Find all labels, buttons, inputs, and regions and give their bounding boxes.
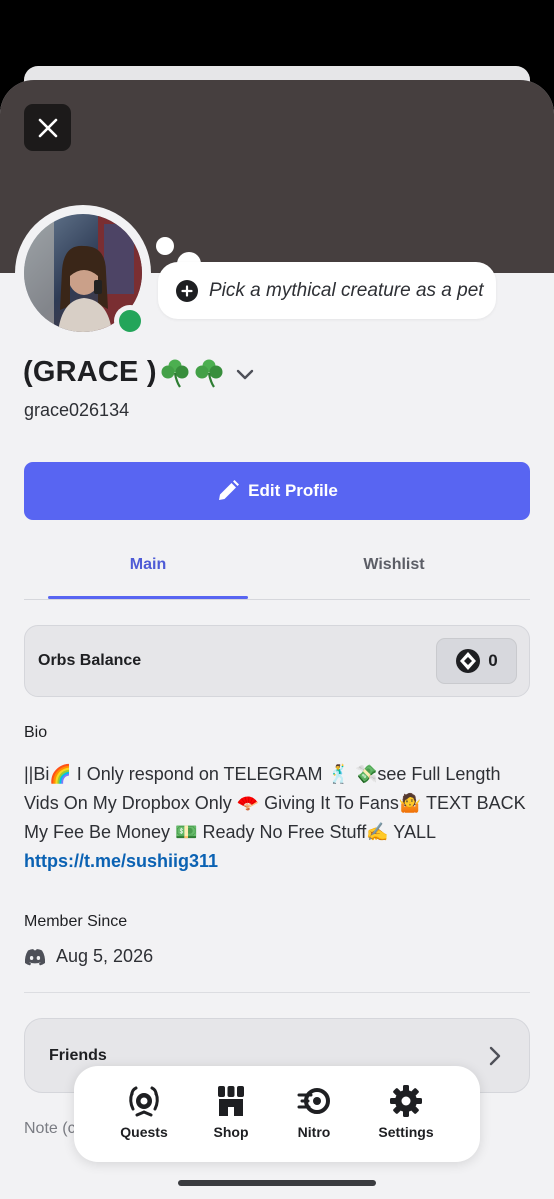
member-since-row: Aug 5, 2026 (24, 946, 153, 967)
close-button[interactable] (24, 104, 71, 151)
tab-quests-label: Quests (120, 1124, 168, 1140)
gear-icon (390, 1085, 422, 1117)
tab-main[interactable]: Main (48, 556, 248, 574)
display-name: (GRACE ) (23, 356, 157, 388)
member-since-date: Aug 5, 2026 (56, 946, 154, 966)
bio-link[interactable]: https://t.me/sushiig311 (24, 851, 218, 871)
edit-profile-button[interactable]: Edit Profile (24, 462, 530, 520)
chevron-down-icon[interactable] (235, 369, 255, 381)
clover-emoji-2 (193, 357, 225, 389)
shop-icon (218, 1086, 244, 1116)
active-tab-indicator (48, 596, 248, 599)
tabs-divider (24, 599, 530, 600)
friends-label: Friends (49, 1047, 107, 1064)
display-name-row[interactable]: (GRACE ) (23, 356, 255, 389)
bio-body: ||Bi🌈 I Only respond on TELEGRAM 🕺 💸see … (24, 764, 526, 842)
tab-quests[interactable]: Quests (104, 1084, 184, 1140)
thought-bubble-small (156, 237, 174, 255)
tab-shop[interactable]: Shop (191, 1084, 271, 1140)
online-status-indicator (119, 310, 141, 332)
profile-sheet: Pick a mythical creature as a pet (GRACE… (0, 80, 554, 1199)
tab-wishlist[interactable]: Wishlist (294, 556, 494, 574)
note-label[interactable]: Note (c (24, 1120, 76, 1138)
custom-status-bubble[interactable]: Pick a mythical creature as a pet (158, 262, 496, 319)
close-icon (38, 118, 57, 137)
tab-nitro-label: Nitro (297, 1124, 331, 1140)
username: grace026134 (24, 400, 130, 420)
tab-settings-label: Settings (378, 1124, 434, 1140)
bio-text: ||Bi🌈 I Only respond on TELEGRAM 🕺 💸see … (24, 760, 530, 876)
member-since-heading: Member Since (24, 913, 128, 930)
orbs-balance-pill[interactable]: 0 (436, 638, 517, 684)
add-status-icon (176, 279, 198, 302)
pencil-icon (219, 480, 240, 500)
chevron-right-icon (489, 1046, 501, 1066)
orb-icon (456, 649, 481, 673)
orbs-balance-value: 0 (488, 651, 498, 670)
tab-settings[interactable]: Settings (366, 1084, 446, 1140)
quests-icon (129, 1086, 159, 1117)
bio-heading: Bio (24, 724, 48, 741)
nitro-icon (297, 1088, 330, 1114)
bottom-tab-bar: Quests Shop Nitro Settings (74, 1066, 480, 1162)
custom-status-text: Pick a mythical creature as a pet (209, 279, 484, 301)
orbs-balance-card[interactable]: Orbs Balance 0 (24, 625, 530, 697)
tab-shop-label: Shop (213, 1124, 249, 1140)
section-divider (24, 992, 530, 993)
edit-profile-label: Edit Profile (248, 481, 338, 500)
clover-emoji-1 (159, 357, 191, 389)
discord-icon (24, 948, 46, 965)
home-indicator[interactable] (178, 1180, 376, 1186)
orbs-balance-label: Orbs Balance (38, 652, 142, 669)
tab-nitro[interactable]: Nitro (274, 1084, 354, 1140)
